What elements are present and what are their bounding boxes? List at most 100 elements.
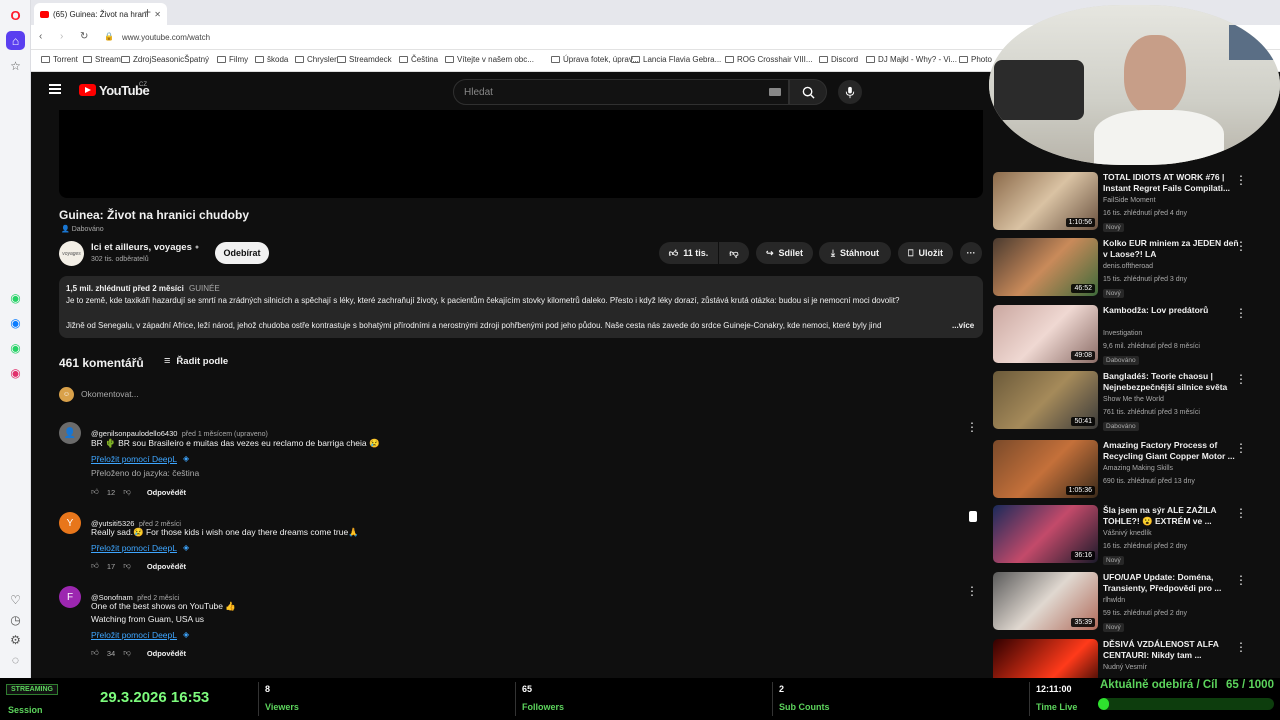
- video-title[interactable]: Kolko EUR miniem za JEDEN deň v Laose?! …: [1103, 238, 1243, 260]
- recommended-video[interactable]: 36:16 Šla jsem na sýr ALE ZAŽILA TOHLE?! …: [993, 505, 1273, 567]
- video-title[interactable]: Šla jsem na sýr ALE ZAŽILA TOHLE?! 😮 EXT…: [1103, 505, 1243, 527]
- video-thumbnail[interactable]: 49:08: [993, 305, 1098, 363]
- comment-dislike-icon[interactable]: 👎︎: [123, 648, 131, 658]
- video-channel[interactable]: FailSide Moment: [1103, 197, 1156, 204]
- messenger-icon[interactable]: ◉: [6, 313, 25, 332]
- music-icon[interactable]: ◉: [6, 363, 25, 382]
- comment-like-icon[interactable]: 👍︎: [91, 487, 99, 497]
- chat-icon[interactable]: ◉: [6, 288, 25, 307]
- menu-icon[interactable]: [49, 84, 61, 94]
- hashtag[interactable]: GUINÉE: [189, 284, 220, 293]
- back-icon[interactable]: ‹: [39, 31, 42, 42]
- video-channel[interactable]: Vášnivý knedlík: [1103, 530, 1152, 537]
- video-title[interactable]: Amazing Factory Process of Recycling Gia…: [1103, 440, 1243, 462]
- bookmark-item[interactable]: Discord: [819, 55, 858, 64]
- bookmark-item[interactable]: Lancia Flavia Gebra...: [631, 55, 721, 64]
- bookmark-item[interactable]: škoda: [255, 55, 288, 64]
- video-title[interactable]: TOTAL IDIOTS AT WORK #76 | Instant Regre…: [1103, 172, 1243, 194]
- video-menu-icon[interactable]: ⋮: [1235, 307, 1247, 319]
- keyboard-icon[interactable]: [769, 88, 781, 96]
- translate-link[interactable]: Přeložit pomocí DeepL: [91, 630, 177, 640]
- recommended-video[interactable]: 35:39 UFO/UAP Update: Doména, Transienty,…: [993, 572, 1273, 634]
- pin-icon[interactable]: ☆: [6, 56, 25, 75]
- video-channel[interactable]: rlhwldn: [1103, 597, 1125, 604]
- lightbulb-icon[interactable]: ◌: [6, 650, 25, 669]
- youtube-logo-icon[interactable]: [79, 84, 96, 96]
- comment-avatar[interactable]: Y: [59, 512, 81, 534]
- more-actions-button[interactable]: ···: [960, 242, 982, 264]
- recommended-video[interactable]: 50:41 Bangladéš: Teorie chaosu | Nejnebez…: [993, 371, 1273, 433]
- sort-button[interactable]: ≡ Řadit podle: [164, 355, 228, 367]
- forward-icon[interactable]: ›: [60, 31, 63, 42]
- comment-dislike-icon[interactable]: 👎︎: [123, 487, 131, 497]
- channel-avatar[interactable]: voyages: [59, 241, 84, 266]
- video-menu-icon[interactable]: ⋮: [1235, 174, 1247, 186]
- recommended-video[interactable]: 1:10:56 TOTAL IDIOTS AT WORK #76 | Instan…: [993, 172, 1273, 234]
- comment-menu-icon[interactable]: ⋮: [966, 421, 978, 433]
- video-thumbnail[interactable]: 35:39: [993, 572, 1098, 630]
- download-button[interactable]: ⤓ Stáhnout: [819, 242, 891, 264]
- comment-dislike-icon[interactable]: 👎︎: [123, 561, 131, 571]
- video-thumbnail[interactable]: 1:05:36: [993, 440, 1098, 498]
- translate-link[interactable]: Přeložit pomocí DeepL: [91, 454, 177, 464]
- recommended-video[interactable]: 1:05:36 Amazing Factory Process of Recycl…: [993, 440, 1273, 502]
- video-thumbnail[interactable]: 36:16: [993, 505, 1098, 563]
- home-icon[interactable]: ⌂: [6, 31, 25, 50]
- reload-icon[interactable]: ↻: [80, 31, 88, 42]
- comment-like-icon[interactable]: 👍︎: [91, 561, 99, 571]
- video-channel[interactable]: denis.offtheroad: [1103, 263, 1153, 270]
- add-comment-input[interactable]: Okomentovat...: [81, 389, 139, 399]
- history-icon[interactable]: ◷: [6, 610, 25, 629]
- dislike-button[interactable]: 👎︎: [719, 242, 749, 264]
- description-box[interactable]: 1,5 mil. zhlédnutí před 2 měsíci GUINÉE …: [59, 276, 983, 338]
- like-button[interactable]: 👍︎ 11 tis.: [659, 242, 718, 264]
- reply-button[interactable]: Odpovědět: [147, 649, 186, 658]
- video-menu-icon[interactable]: ⋮: [1235, 641, 1247, 653]
- video-menu-icon[interactable]: ⋮: [1235, 574, 1247, 586]
- video-thumbnail[interactable]: 1:10:56: [993, 172, 1098, 230]
- recommended-video[interactable]: 46:52 Kolko EUR miniem za JEDEN deň v Lao…: [993, 238, 1273, 300]
- video-title[interactable]: Kambodža: Lov predátorů: [1103, 305, 1243, 316]
- heart-icon[interactable]: ♡: [6, 590, 25, 609]
- video-title[interactable]: DĚSIVÁ VZDÁLENOST ALFA CENTAURI: Nikdy t…: [1103, 639, 1243, 661]
- new-tab-icon[interactable]: +: [144, 5, 151, 19]
- video-menu-icon[interactable]: ⋮: [1235, 373, 1247, 385]
- bookmark-item[interactable]: Torrent: [41, 55, 78, 64]
- bookmark-item[interactable]: ROG Crosshair VIII...: [725, 55, 813, 64]
- settings-icon[interactable]: ⚙: [6, 630, 25, 649]
- video-channel[interactable]: Investigation: [1103, 330, 1142, 337]
- comment-author[interactable]: @genilsonpaulodello6430: [91, 429, 177, 438]
- close-tab-icon[interactable]: ✕: [154, 10, 161, 19]
- subscribe-button[interactable]: Odebírat: [215, 242, 269, 264]
- bookmark-item[interactable]: Filmy: [217, 55, 248, 64]
- bookmark-item[interactable]: Úprava fotek, úprav...: [551, 55, 639, 64]
- whatsapp-icon[interactable]: ◉: [6, 338, 25, 357]
- recommended-video[interactable]: 49:08 Kambodža: Lov predátorů Investigatio…: [993, 305, 1273, 367]
- bookmark-item[interactable]: Photo: [959, 55, 992, 64]
- channel-name-row[interactable]: Ici et ailleurs, voyages ●: [91, 242, 199, 253]
- opera-logo-icon[interactable]: O: [6, 6, 25, 25]
- url-input[interactable]: www.youtube.com/watch: [122, 33, 210, 42]
- bookmark-item[interactable]: ZdrojSeasonicŠpatný: [121, 55, 209, 64]
- bookmark-item[interactable]: Čeština: [399, 55, 438, 64]
- voice-search-button[interactable]: [838, 80, 862, 104]
- comment-avatar[interactable]: F: [59, 586, 81, 608]
- channel-name[interactable]: Ici et ailleurs, voyages: [91, 242, 192, 253]
- video-player[interactable]: [59, 110, 983, 198]
- share-button[interactable]: ↪ Sdílet: [756, 242, 813, 264]
- video-title[interactable]: UFO/UAP Update: Doména, Transienty, Před…: [1103, 572, 1243, 594]
- search-button[interactable]: [789, 79, 827, 105]
- bookmark-item[interactable]: Vítejte v našem obc...: [445, 55, 534, 64]
- comment-avatar[interactable]: 👤: [59, 422, 81, 444]
- video-title[interactable]: Bangladéš: Teorie chaosu | Nejnebezpečně…: [1103, 371, 1243, 393]
- video-channel[interactable]: Show Me the World: [1103, 396, 1164, 403]
- comment-menu-icon[interactable]: ⋮: [966, 585, 978, 597]
- bookmark-item[interactable]: Streamdeck: [337, 55, 392, 64]
- show-more-link[interactable]: ...více: [952, 321, 974, 330]
- reply-button[interactable]: Odpovědět: [147, 488, 186, 497]
- search-input[interactable]: Hledat: [453, 79, 789, 105]
- save-button[interactable]: ⎕ Uložit: [898, 242, 953, 264]
- comment-like-icon[interactable]: 👍︎: [91, 648, 99, 658]
- video-channel[interactable]: Amazing Making Skills: [1103, 465, 1173, 472]
- video-menu-icon[interactable]: ⋮: [1235, 442, 1247, 454]
